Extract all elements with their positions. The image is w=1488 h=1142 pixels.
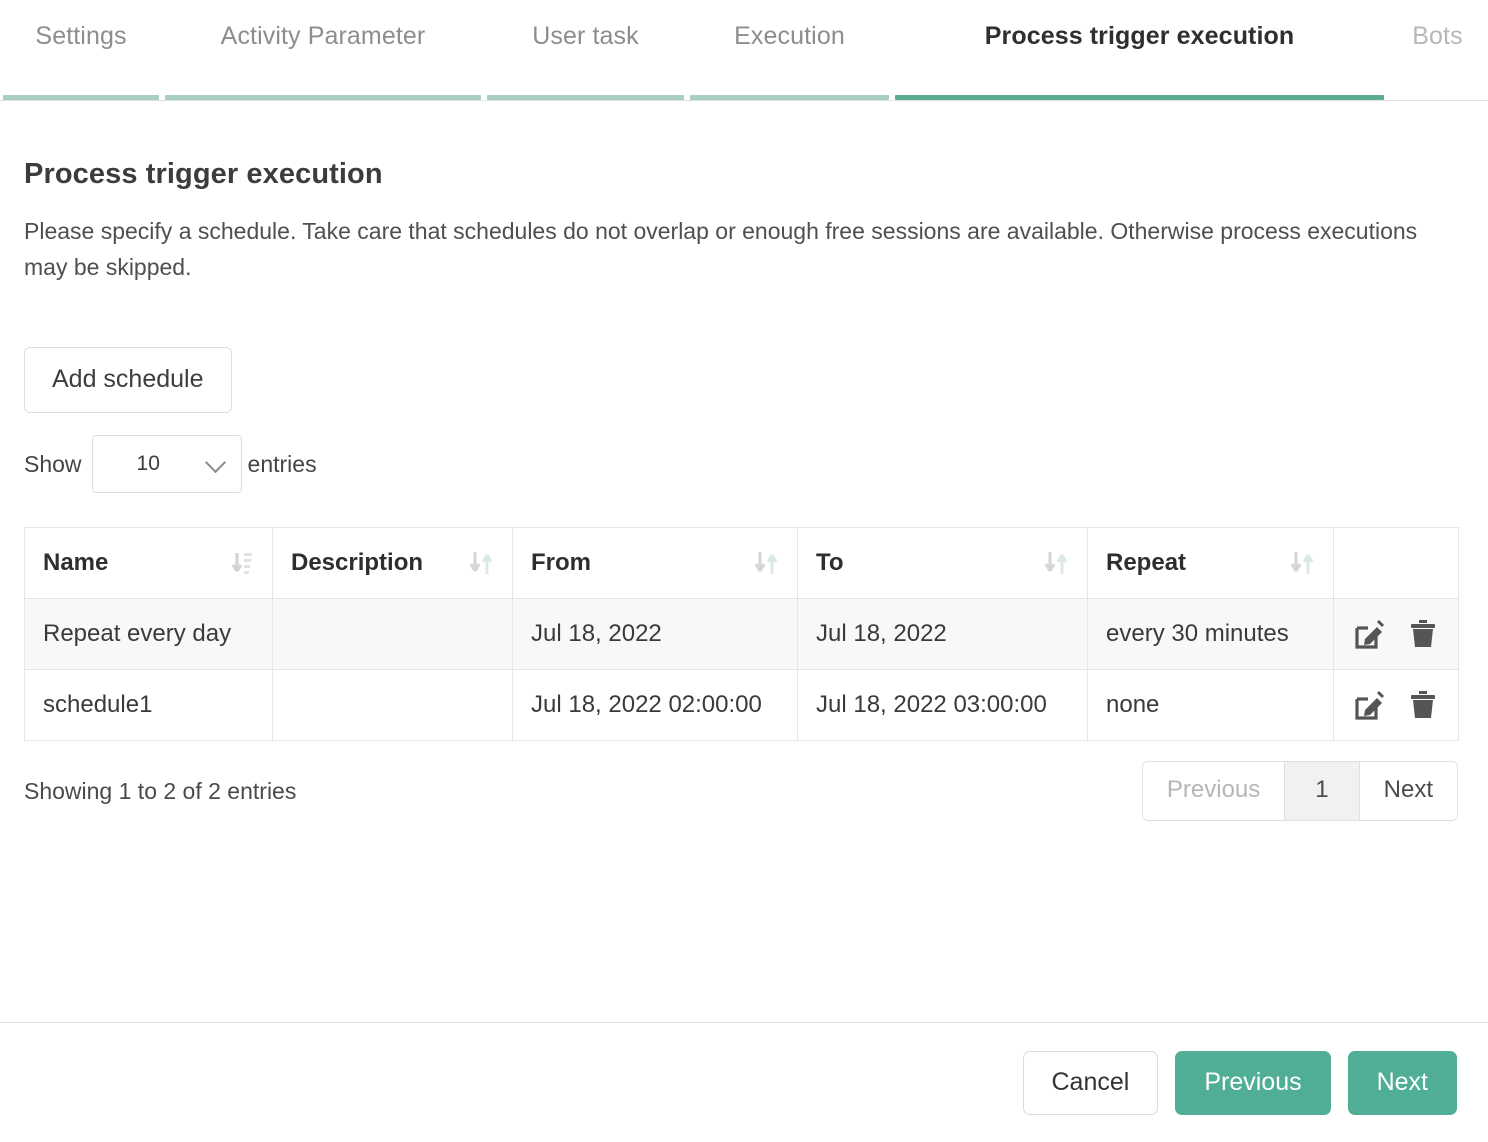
length-menu: Show 10 entries bbox=[24, 435, 1464, 493]
table-head: Name Description From To Repeat bbox=[24, 527, 1459, 599]
entries-per-page-select[interactable]: 10 bbox=[91, 435, 242, 493]
edit-icon[interactable] bbox=[1354, 618, 1386, 650]
table-footer: Showing 1 to 2 of 2 entries Previous 1 N… bbox=[24, 761, 1458, 821]
entries-per-page-value: 10 bbox=[136, 452, 160, 475]
tab-process-trigger-execution[interactable]: Process trigger execution bbox=[892, 10, 1387, 101]
tab-list: Settings Activity Parameter User task Ex… bbox=[0, 0, 1488, 101]
tab-settings[interactable]: Settings bbox=[0, 10, 162, 101]
cell-to: Jul 18, 2022 03:00:00 bbox=[797, 669, 1088, 741]
cell-description bbox=[272, 598, 513, 670]
tab-bots[interactable]: Bots bbox=[1387, 10, 1488, 101]
sort-icon bbox=[1043, 550, 1069, 576]
cell-repeat: none bbox=[1087, 669, 1334, 741]
wizard-previous-button[interactable]: Previous bbox=[1175, 1050, 1331, 1115]
cell-name: schedule1 bbox=[24, 669, 273, 741]
sort-icon bbox=[1289, 550, 1315, 576]
column-header-from-label: From bbox=[531, 549, 591, 576]
column-header-from[interactable]: From bbox=[512, 527, 798, 599]
pagination-page-1-button[interactable]: 1 bbox=[1285, 762, 1360, 820]
sort-icon bbox=[468, 550, 494, 576]
cancel-button[interactable]: Cancel bbox=[1022, 1050, 1159, 1115]
tab-execution[interactable]: Execution bbox=[687, 10, 892, 101]
tab-bots-label: Bots bbox=[1412, 22, 1463, 50]
tab-user-task-label: User task bbox=[532, 22, 639, 50]
cell-from: Jul 18, 2022 bbox=[512, 598, 798, 670]
column-header-description[interactable]: Description bbox=[272, 527, 513, 599]
tab-settings-label: Settings bbox=[35, 22, 127, 50]
tab-bar-baseline bbox=[0, 100, 1488, 101]
pagination-next-button[interactable]: Next bbox=[1359, 762, 1457, 820]
pagination: Previous 1 Next bbox=[1141, 761, 1458, 821]
column-header-to-label: To bbox=[816, 549, 844, 576]
cell-description bbox=[272, 669, 513, 741]
length-menu-prefix-label: Show bbox=[24, 451, 82, 477]
trash-icon[interactable] bbox=[1408, 618, 1438, 650]
pagination-previous-button[interactable]: Previous bbox=[1142, 762, 1286, 820]
table-row[interactable]: Repeat every day Jul 18, 2022 Jul 18, 20… bbox=[24, 598, 1459, 670]
cell-to: Jul 18, 2022 bbox=[797, 598, 1088, 670]
column-header-to[interactable]: To bbox=[797, 527, 1088, 599]
column-header-actions bbox=[1333, 527, 1459, 599]
page-title: Process trigger execution bbox=[24, 158, 383, 190]
cell-name: Repeat every day bbox=[24, 598, 273, 670]
tab-process-trigger-execution-label: Process trigger execution bbox=[984, 22, 1295, 50]
trash-icon[interactable] bbox=[1408, 689, 1438, 721]
tab-bar: Settings Activity Parameter User task Ex… bbox=[0, 0, 1488, 101]
schedules-table: Name Description From To Repeat Repeat e… bbox=[24, 527, 1459, 741]
column-header-name-label: Name bbox=[43, 549, 109, 576]
tab-execution-label: Execution bbox=[734, 22, 845, 50]
column-header-name[interactable]: Name bbox=[24, 527, 273, 599]
cell-actions bbox=[1333, 598, 1459, 670]
main-content: Process trigger execution Please specify… bbox=[0, 158, 1488, 821]
tab-activity-parameter[interactable]: Activity Parameter bbox=[162, 10, 484, 101]
tab-activity-parameter-label: Activity Parameter bbox=[220, 22, 426, 50]
wizard-footer: Cancel Previous Next bbox=[0, 1023, 1488, 1142]
cell-from: Jul 18, 2022 02:00:00 bbox=[512, 669, 798, 741]
table-header-row: Name Description From To Repeat bbox=[24, 527, 1459, 599]
add-schedule-button[interactable]: Add schedule bbox=[24, 347, 232, 413]
wizard-next-button[interactable]: Next bbox=[1347, 1050, 1457, 1115]
tab-user-task[interactable]: User task bbox=[484, 10, 687, 101]
sort-amount-down-icon bbox=[232, 550, 254, 576]
chevron-down-icon bbox=[204, 451, 226, 474]
showing-entries-text: Showing 1 to 2 of 2 entries bbox=[24, 777, 297, 804]
sort-icon bbox=[753, 550, 779, 576]
table-row[interactable]: schedule1 Jul 18, 2022 02:00:00 Jul 18, … bbox=[24, 669, 1459, 741]
page-description: Please specify a schedule. Take care tha… bbox=[24, 218, 1418, 280]
table-body: Repeat every day Jul 18, 2022 Jul 18, 20… bbox=[24, 598, 1459, 741]
edit-icon[interactable] bbox=[1354, 689, 1386, 721]
cell-repeat: every 30 minutes bbox=[1087, 598, 1334, 670]
length-menu-suffix-label: entries bbox=[247, 451, 317, 477]
cell-actions bbox=[1333, 669, 1459, 741]
column-header-repeat[interactable]: Repeat bbox=[1087, 527, 1334, 599]
column-header-repeat-label: Repeat bbox=[1106, 549, 1187, 576]
column-header-description-label: Description bbox=[291, 549, 424, 576]
